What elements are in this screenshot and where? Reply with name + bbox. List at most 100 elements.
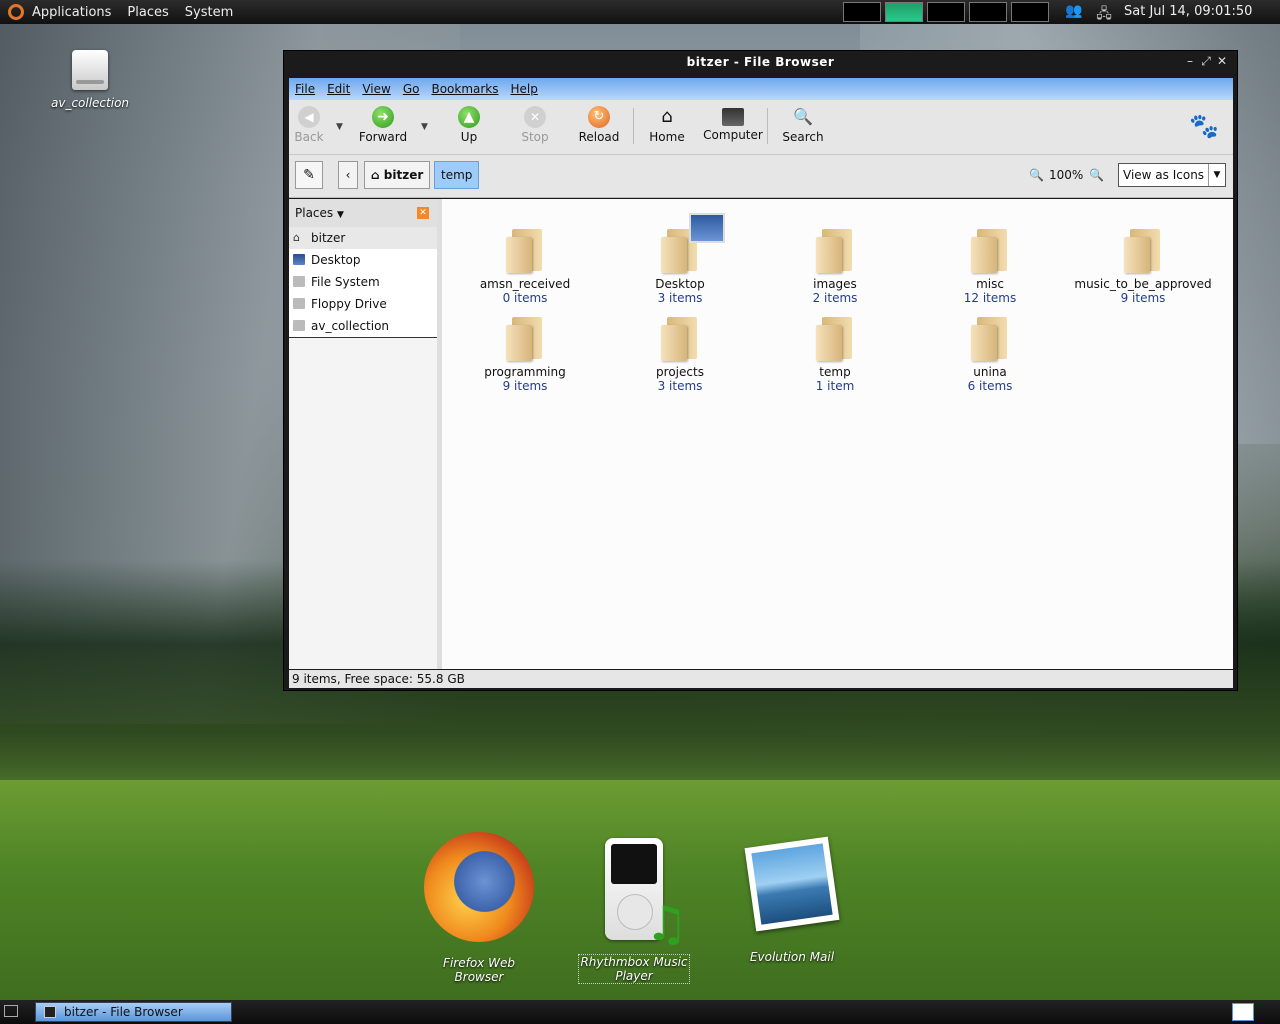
file-count: 3 items [657, 379, 703, 393]
file-item-images[interactable]: images 2 items [770, 229, 900, 305]
evolution-mail-icon [744, 836, 840, 932]
sidebar-item-desktop[interactable]: Desktop [289, 249, 437, 271]
sidebar-item-av-collection[interactable]: av_collection [289, 315, 437, 338]
home-label: Home [649, 130, 685, 144]
toolbar-separator [767, 108, 768, 144]
desktop-icon-label: av_collection [50, 96, 130, 110]
file-item-music-to-be-approved[interactable]: music_to_be_approved 9 items [1063, 229, 1223, 305]
system-monitors[interactable] [843, 2, 1049, 22]
folder-icon [971, 317, 1009, 361]
chevron-down-icon: ▼ [336, 210, 344, 220]
places-menu[interactable]: Places [119, 5, 176, 20]
computer-button[interactable]: Computer [703, 106, 763, 142]
close-button[interactable]: ✕ [1215, 54, 1229, 68]
reload-icon: ↻ [588, 106, 610, 128]
file-item-misc[interactable]: misc 12 items [925, 229, 1055, 305]
crumb-temp[interactable]: temp [434, 161, 480, 189]
system-menu[interactable]: System [177, 5, 241, 20]
crumb-scroll-left-button[interactable]: ‹ [338, 161, 358, 189]
zoom-out-icon[interactable]: 🔍 [1029, 168, 1044, 182]
cpu-monitor[interactable] [843, 2, 881, 22]
memory-monitor[interactable] [885, 2, 923, 22]
launcher-label: Evolution Mail [749, 950, 835, 964]
back-arrow-icon: ◀ [298, 106, 320, 128]
forward-history-dropdown[interactable]: ▼ [421, 122, 428, 132]
desktop-icon-av-collection[interactable]: av_collection [48, 50, 132, 110]
load-monitor[interactable] [1011, 2, 1049, 22]
toggle-location-entry-button[interactable]: ✎ [295, 161, 323, 189]
minimize-button[interactable]: – [1183, 54, 1197, 68]
sidebar-item-bitzer[interactable]: ⌂ bitzer [289, 227, 437, 249]
toolbar-separator [633, 108, 634, 144]
launcher-label: Rhythmbox Music Player [578, 954, 690, 984]
sidebar-item-file-system[interactable]: File System [289, 271, 437, 293]
workspace-switcher[interactable] [1232, 1003, 1254, 1021]
search-label: Search [782, 130, 824, 144]
file-count: 9 items [502, 379, 548, 393]
firefox-icon [424, 832, 534, 942]
maximize-button[interactable]: ⤢ [1199, 54, 1213, 69]
swap-monitor[interactable] [969, 2, 1007, 22]
toolbar: ◀ Back ▼ ➜ Forward ▼ ▲ Up ✕ Stop ↻ Reloa… [289, 100, 1233, 155]
folder-icon [661, 317, 699, 361]
menu-edit[interactable]: Edit [321, 82, 356, 96]
zoom-level[interactable]: 100% [1049, 168, 1083, 182]
file-count: 6 items [967, 379, 1013, 393]
crumb-label: bitzer [383, 168, 424, 182]
back-button[interactable]: ◀ Back [293, 106, 325, 144]
back-label: Back [294, 130, 324, 144]
file-item-temp[interactable]: temp 1 item [770, 317, 900, 393]
sidebar-item-floppy-drive[interactable]: Floppy Drive [289, 293, 437, 315]
forward-arrow-icon: ➜ [372, 106, 394, 128]
up-button[interactable]: ▲ Up [453, 106, 485, 144]
ubuntu-logo-icon[interactable] [8, 4, 24, 20]
network-monitor[interactable] [927, 2, 965, 22]
desktop-badge-icon [689, 213, 725, 243]
up-label: Up [460, 130, 478, 144]
search-button[interactable]: 🔍 Search [781, 106, 825, 144]
menu-bookmarks[interactable]: Bookmarks [425, 82, 504, 96]
file-item-projects[interactable]: projects 3 items [615, 317, 745, 393]
file-view[interactable]: amsn_received 0 items Desktop 3 items im… [442, 199, 1233, 669]
title-bar[interactable]: bitzer - File Browser – ⤢ ✕ [284, 51, 1237, 73]
launcher-evolution[interactable]: Evolution Mail [740, 832, 844, 964]
crumb-bitzer[interactable]: ⌂ bitzer [364, 161, 431, 189]
floppy-icon [293, 298, 305, 309]
top-panel: Applications Places System 👥 🖧 Sat Jul 1… [0, 0, 1280, 24]
home-button[interactable]: ⌂ Home [647, 106, 687, 144]
menu-go[interactable]: Go [397, 82, 426, 96]
launcher-firefox[interactable]: Firefox Web Browser [418, 832, 540, 984]
file-name: unina [973, 365, 1007, 379]
file-item-unina[interactable]: unina 6 items [925, 317, 1055, 393]
file-item-programming[interactable]: programming 9 items [460, 317, 590, 393]
back-history-dropdown[interactable]: ▼ [336, 122, 343, 132]
file-count: 3 items [657, 291, 703, 305]
stop-button[interactable]: ✕ Stop [517, 106, 553, 144]
crumb-label: temp [441, 168, 473, 182]
chevron-down-icon: ▼ [1208, 164, 1225, 186]
file-item-amsn-received[interactable]: amsn_received 0 items [460, 229, 590, 305]
show-desktop-icon[interactable] [4, 1005, 18, 1017]
folder-icon [816, 317, 854, 361]
sidebar-header[interactable]: Places ▼ ✕ [289, 199, 437, 227]
sidebar-close-button[interactable]: ✕ [417, 207, 429, 219]
sidebar-item-label: Desktop [311, 253, 361, 267]
drive-icon [293, 276, 305, 287]
applications-menu[interactable]: Applications [24, 5, 119, 20]
launcher-rhythmbox[interactable]: ♫ Rhythmbox Music Player [578, 838, 690, 984]
forward-button[interactable]: ➜ Forward [355, 106, 411, 144]
file-name: amsn_received [479, 277, 571, 291]
taskbar-item-file-browser[interactable]: bitzer - File Browser [35, 1002, 232, 1022]
clock[interactable]: Sat Jul 14, 09:01:50 [1124, 4, 1252, 19]
menu-view[interactable]: View [356, 82, 396, 96]
view-as-select[interactable]: View as Icons ▼ [1118, 163, 1226, 187]
file-name: Desktop [655, 277, 705, 291]
zoom-in-icon[interactable]: 🔍 [1089, 168, 1104, 182]
network-icon[interactable]: 🖧 [1094, 3, 1114, 22]
folder-icon [971, 229, 1009, 273]
file-item-desktop[interactable]: Desktop 3 items [615, 213, 745, 305]
users-icon[interactable]: 👥 [1064, 3, 1084, 21]
menu-file[interactable]: File [289, 82, 321, 96]
reload-button[interactable]: ↻ Reload [577, 106, 621, 144]
menu-help[interactable]: Help [505, 82, 544, 96]
